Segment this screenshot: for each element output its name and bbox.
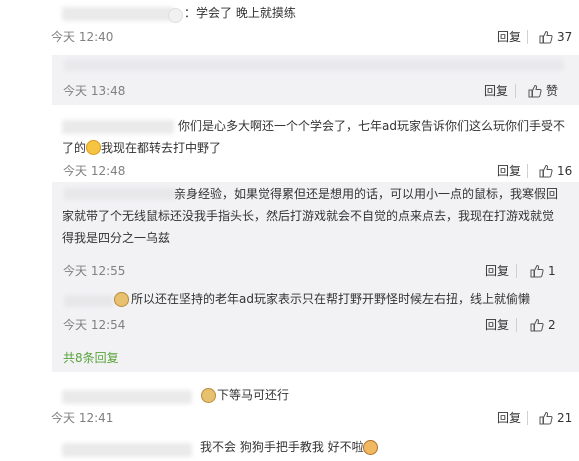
comment-text-b: 我现在都转去打中野了 (101, 141, 222, 155)
divider (527, 411, 528, 425)
reply-button[interactable]: 回复 (497, 410, 521, 426)
blurred-username (64, 188, 176, 200)
comment-text: ：学会了 晚上就摸练 (184, 6, 296, 20)
like-button[interactable]: 2 (530, 317, 556, 333)
thumbs-up-icon (539, 164, 553, 178)
divider (527, 30, 528, 44)
like-button[interactable]: 赞 (528, 83, 558, 99)
emoji-icon (168, 8, 183, 23)
like-count: 1 (548, 264, 556, 278)
blurred-username (64, 295, 114, 307)
divider (527, 164, 528, 178)
thumbs-up-icon (539, 411, 553, 425)
reply-text: 所以还在坚持的老年ad玩家表示只在帮打野开野怪时候左右扭，线上就偷懒 (131, 292, 530, 306)
thumbs-up-icon (528, 84, 542, 98)
reply-button[interactable]: 回复 (497, 163, 521, 179)
reply-time: 今天 12:54 (63, 318, 126, 332)
thumbs-up-icon (530, 264, 544, 278)
comment-time: 今天 12:48 (63, 164, 126, 178)
comment-text-a: 了的 (62, 141, 87, 155)
like-count: 21 (557, 411, 573, 425)
divider (515, 84, 516, 98)
like-count: 37 (557, 30, 573, 44)
blurred-username (62, 443, 192, 457)
reply-button[interactable]: 回复 (497, 29, 521, 45)
like-button[interactable]: 21 (539, 410, 572, 426)
reply-button[interactable]: 回复 (485, 317, 509, 333)
like-count: 16 (557, 164, 573, 178)
reply-button[interactable]: 回复 (484, 83, 508, 99)
divider (516, 318, 517, 332)
comment-time: 今天 12:41 (51, 411, 114, 425)
divider (516, 264, 517, 278)
reply-text-line3: 得我是四分之一乌兹 (62, 231, 171, 245)
comment-text: 我不会 狗狗手把手教我 好不啦 (200, 440, 364, 454)
thumbs-up-icon (530, 318, 544, 332)
blurred-username (62, 390, 192, 404)
blurred-username (62, 120, 174, 134)
reply-time: 今天 12:55 (63, 264, 126, 278)
cat-emoji-icon (363, 440, 378, 455)
doge-emoji-icon (114, 292, 129, 307)
reply-text-line2: 家就带了个无线鼠标还没我手指头长，然后打游戏就会不自觉的点来点去，我现在打游戏就… (62, 209, 555, 223)
like-button[interactable]: 37 (539, 29, 572, 45)
laughing-emoji-icon (86, 140, 102, 155)
reply-text-line1: 亲身经验，如果觉得累但还是想用的话，可以用小一点的鼠标，我寒假回 (174, 187, 559, 201)
reply-button[interactable]: 回复 (485, 263, 509, 279)
like-label: 赞 (546, 84, 559, 98)
like-count: 2 (548, 318, 556, 332)
comment-text-line1: 你们是心多大啊还一个个学会了，七年ad玩家告诉你们这么玩你们手受不 (178, 119, 565, 133)
comment-time: 今天 12:40 (51, 30, 114, 44)
comment-text-line2: 了的 我现在都转去打中野了 (62, 138, 221, 159)
doge-emoji-icon (201, 388, 216, 403)
thumbs-up-icon (539, 30, 553, 44)
more-replies-link[interactable]: 共8条回复 (63, 350, 119, 366)
comment-time: 今天 13:48 (63, 84, 126, 98)
like-button[interactable]: 16 (539, 163, 572, 179)
blurred-username (62, 7, 174, 21)
comment-text: 下等马可还行 (217, 388, 290, 402)
like-button[interactable]: 1 (530, 263, 556, 279)
blurred-reply-content (64, 59, 564, 71)
